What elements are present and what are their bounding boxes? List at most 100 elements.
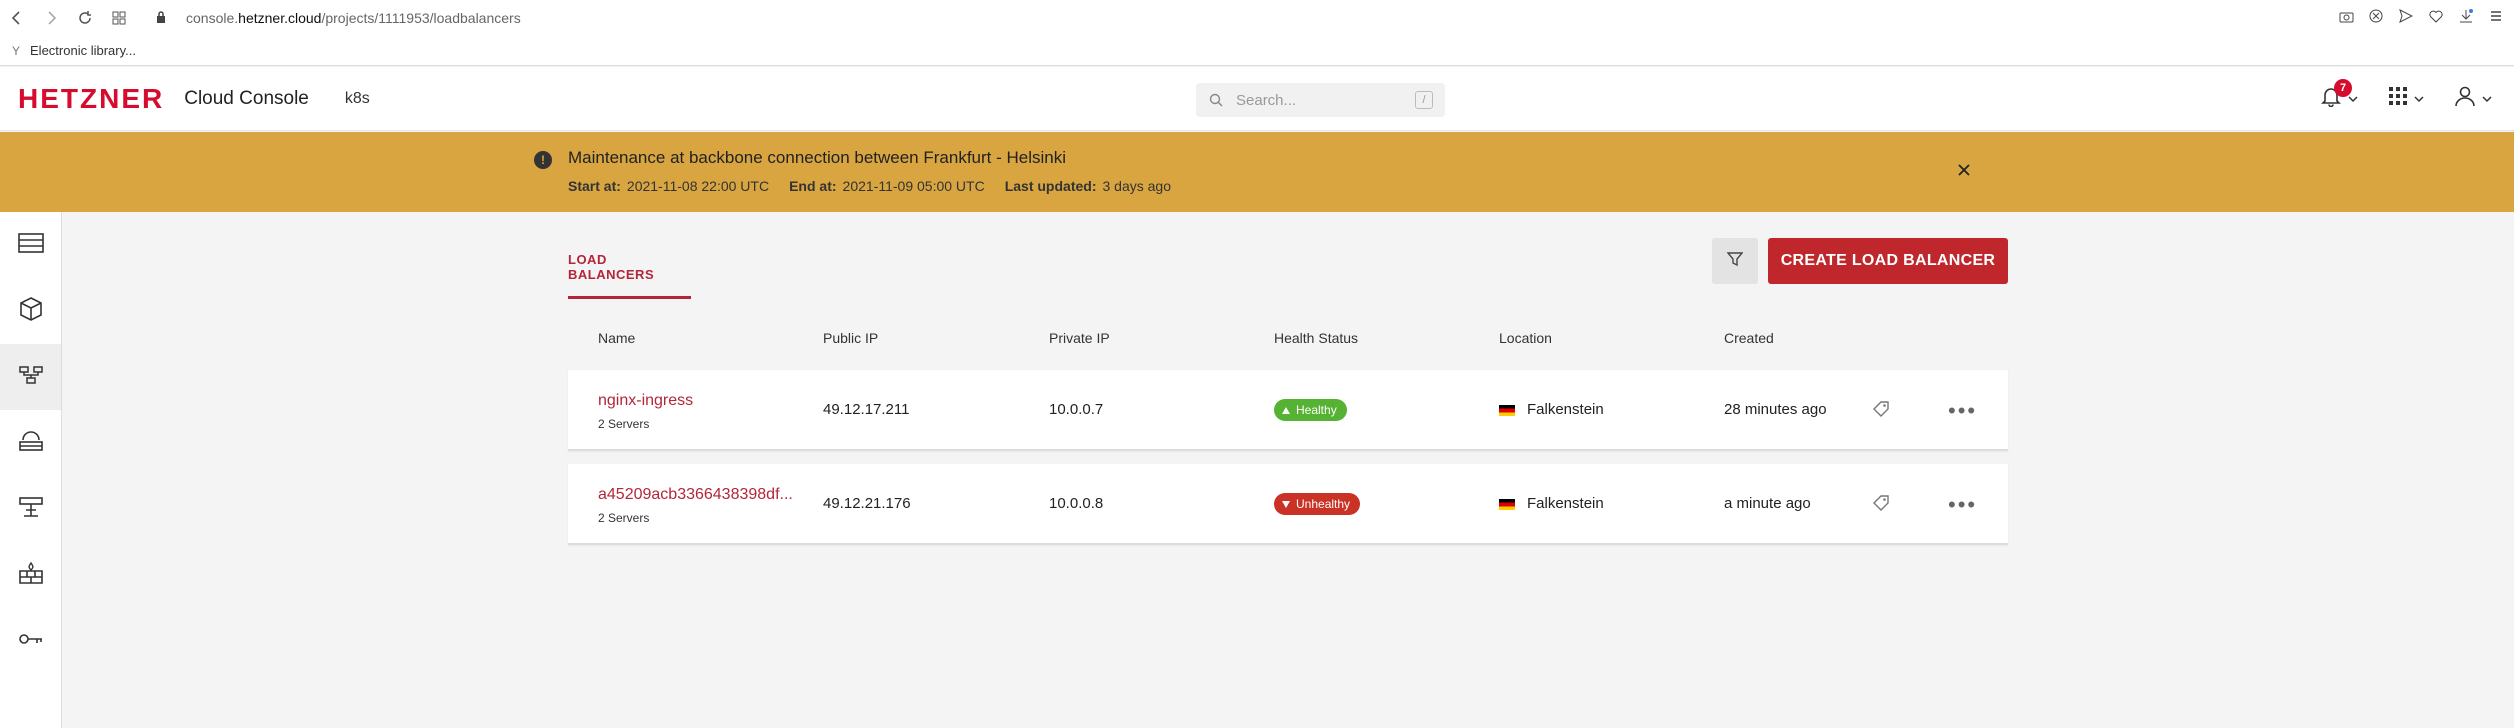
- search-input[interactable]: Search... /: [1196, 83, 1445, 117]
- send-icon[interactable]: [2398, 8, 2414, 24]
- germany-flag-icon: [1499, 404, 1515, 416]
- bookmarks-bar: Y Electronic library...: [0, 36, 2514, 66]
- end-label: End at:: [789, 178, 837, 194]
- health-status-label: Healthy: [1296, 403, 1337, 417]
- key-icon: [18, 632, 44, 651]
- updated-label: Last updated:: [1004, 178, 1097, 194]
- console-title[interactable]: Cloud Console: [184, 88, 309, 110]
- user-menu-button[interactable]: [2454, 85, 2492, 110]
- germany-flag-icon: [1499, 498, 1515, 510]
- lock-icon: [156, 10, 166, 26]
- sidebar-item-load-balancers[interactable]: [0, 344, 61, 410]
- public-ip: 49.12.21.176: [823, 495, 911, 512]
- location: Falkenstein: [1499, 495, 1604, 512]
- chevron-down-icon: [2414, 90, 2424, 106]
- network-icon: [18, 496, 44, 523]
- cube-icon: [19, 296, 43, 326]
- column-header-name[interactable]: Name: [598, 330, 635, 346]
- project-name[interactable]: k8s: [345, 90, 370, 108]
- browser-toolbar: console. hetzner.cloud/projects/1111953/l…: [0, 0, 2514, 36]
- apps-grid-icon[interactable]: [110, 9, 128, 27]
- sidebar-item-security[interactable]: [0, 608, 61, 674]
- end-value: 2021-11-09 05:00 UTC: [842, 178, 985, 194]
- column-header-private-ip[interactable]: Private IP: [1049, 330, 1110, 346]
- alert-icon: !: [534, 151, 552, 169]
- column-header-public-ip[interactable]: Public IP: [823, 330, 878, 346]
- reload-icon[interactable]: [76, 9, 94, 27]
- heart-icon[interactable]: [2428, 8, 2444, 24]
- column-header-health-status[interactable]: Health Status: [1274, 330, 1358, 346]
- url-domain: hetzner.cloud: [238, 10, 322, 26]
- download-icon[interactable]: [2458, 8, 2474, 24]
- health-status-badge: Unhealthy: [1274, 493, 1361, 515]
- location-label: Falkenstein: [1527, 401, 1604, 418]
- table-row[interactable]: nginx-ingress 2 Servers 49.12.17.211 10.…: [568, 370, 2008, 451]
- label-tag-icon[interactable]: [1872, 400, 1890, 423]
- menu-icon[interactable]: [2488, 8, 2504, 24]
- more-options-icon[interactable]: •••: [1948, 398, 1977, 424]
- floating-ip-icon: [18, 430, 44, 457]
- health-status-label: Unhealthy: [1296, 497, 1351, 511]
- location: Falkenstein: [1499, 401, 1604, 418]
- app-header: HETZNER Cloud Console k8s Search... / 7: [0, 67, 2514, 131]
- url-path: /projects/1111953/loadbalancers: [321, 10, 521, 26]
- notifications-button[interactable]: 7: [2320, 79, 2358, 110]
- start-value: 2021-11-08 22:00 UTC: [626, 178, 770, 194]
- more-options-icon[interactable]: •••: [1948, 492, 1977, 518]
- grid-icon: [2388, 86, 2408, 109]
- sidebar-item-servers[interactable]: [0, 212, 61, 278]
- triangle-up-icon: [1282, 403, 1290, 417]
- create-load-balancer-button[interactable]: CREATE LOAD BALANCER: [1768, 238, 2008, 284]
- camera-icon[interactable]: [2338, 8, 2354, 24]
- location-label: Falkenstein: [1527, 495, 1604, 512]
- servers-icon: [17, 232, 44, 258]
- search-icon: [1208, 92, 1224, 108]
- bookmark-electronic-library[interactable]: Electronic library...: [30, 43, 136, 58]
- server-count: 2 Servers: [598, 511, 650, 525]
- banner-meta: Start at: 2021-11-08 22:00 UTC End at: 2…: [568, 178, 1191, 194]
- banner-title: Maintenance at backbone connection betwe…: [568, 148, 1067, 167]
- maintenance-banner: ! Maintenance at backbone connection bet…: [0, 132, 2514, 212]
- search-shortcut-key: /: [1415, 91, 1433, 109]
- user-icon: [2454, 85, 2476, 110]
- triangle-down-icon: [1282, 497, 1290, 511]
- firewall-icon: [18, 561, 44, 590]
- sidebar-item-volumes[interactable]: [0, 278, 61, 344]
- label-tag-icon[interactable]: [1872, 494, 1890, 517]
- created-time: 28 minutes ago: [1724, 401, 1827, 418]
- filter-icon: [1726, 251, 1744, 272]
- start-label: Start at:: [568, 178, 621, 194]
- column-header-created[interactable]: Created: [1724, 330, 1774, 346]
- sidebar-item-firewalls[interactable]: [0, 542, 61, 608]
- back-icon[interactable]: [8, 9, 26, 27]
- bookmark-icon: Y: [12, 43, 21, 58]
- server-count: 2 Servers: [598, 417, 650, 431]
- load-balancer-name-link[interactable]: a45209acb3366438398df...: [598, 486, 793, 504]
- search-placeholder: Search...: [1236, 91, 1297, 109]
- private-ip: 10.0.0.7: [1049, 401, 1104, 418]
- notification-badge: 7: [2334, 79, 2352, 97]
- close-icon[interactable]: [1958, 160, 1970, 181]
- table-row[interactable]: a45209acb3366438398df... 2 Servers 49.12…: [568, 464, 2008, 545]
- updated-value: 3 days ago: [1102, 178, 1171, 194]
- apps-menu-button[interactable]: [2388, 86, 2424, 109]
- private-ip: 10.0.0.8: [1049, 495, 1104, 512]
- sidebar-item-networks[interactable]: [0, 476, 61, 542]
- sidebar: [0, 212, 62, 728]
- forward-icon[interactable]: [42, 9, 60, 27]
- hetzner-logo[interactable]: HETZNER: [18, 83, 164, 115]
- address-bar[interactable]: console. hetzner.cloud/projects/1111953/l…: [156, 10, 521, 26]
- filter-button[interactable]: [1712, 238, 1758, 284]
- load-balancer-icon: [18, 365, 44, 390]
- column-header-location[interactable]: Location: [1499, 330, 1552, 346]
- health-status-badge: Healthy: [1274, 399, 1347, 421]
- block-icon[interactable]: [2368, 8, 2384, 24]
- created-time: a minute ago: [1724, 495, 1811, 512]
- chevron-down-icon: [2482, 90, 2492, 106]
- table-header: Name Public IP Private IP Health Status …: [568, 330, 2008, 350]
- url-prefix: console.: [186, 10, 239, 26]
- public-ip: 49.12.17.211: [823, 401, 910, 418]
- tab-load-balancers[interactable]: LOAD BALANCERS: [568, 252, 691, 299]
- sidebar-item-floating-ips[interactable]: [0, 410, 61, 476]
- load-balancer-name-link[interactable]: nginx-ingress: [598, 392, 693, 410]
